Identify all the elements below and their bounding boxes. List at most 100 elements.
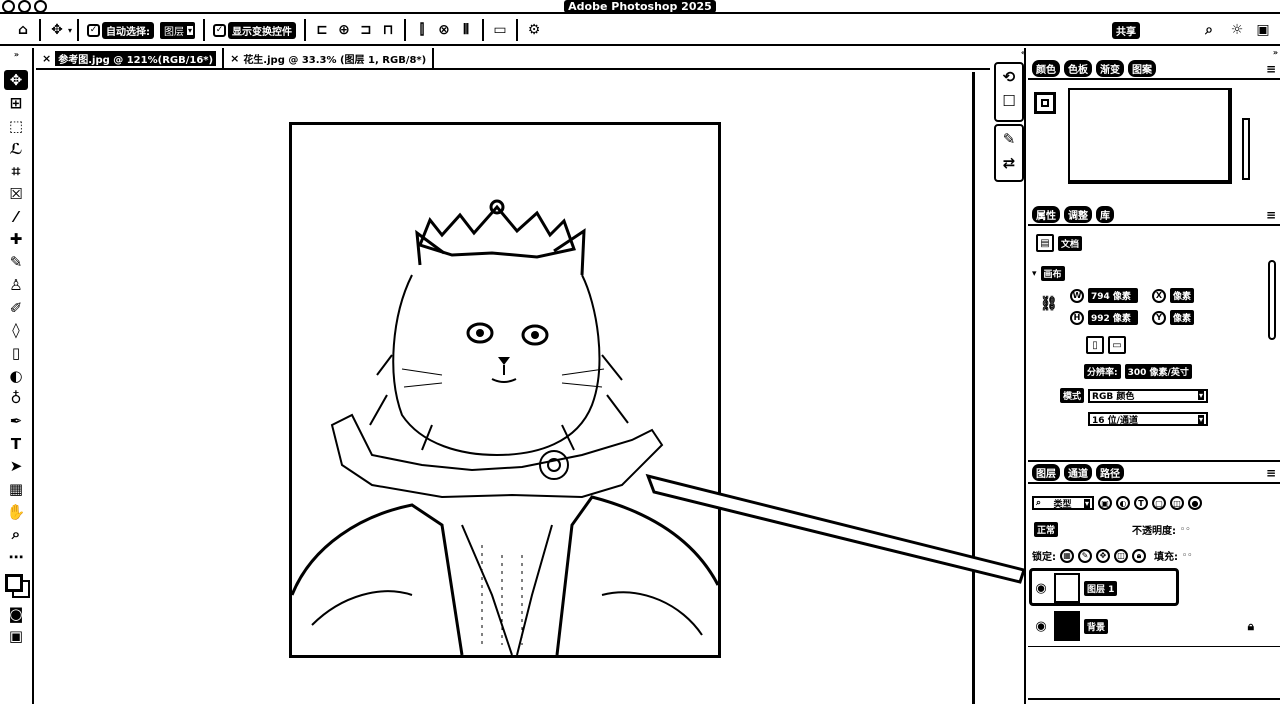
move-tool-icon[interactable]: ✥ [46,19,68,41]
share-button[interactable]: 共享 [1112,21,1140,39]
filter-adjustment-icon[interactable]: ◐ [1116,496,1130,510]
history-icon[interactable]: ⟲ [1003,68,1016,86]
marquee-tool-icon[interactable]: ⬚ [4,115,28,138]
pen-tool-icon[interactable]: ✒ [4,410,28,433]
search-icon[interactable]: ⌕ [1198,19,1220,41]
canvas-area[interactable] [36,72,990,704]
tab-swatches[interactable]: 色板 [1064,59,1092,77]
y-field[interactable]: 像素 [1170,310,1195,325]
lock-all-icon[interactable]: 🔒︎ [1132,548,1146,563]
tab-properties[interactable]: 属性 [1032,205,1060,223]
rectangle-tool-icon[interactable]: ▦ [4,478,28,501]
close-tab-icon[interactable]: × [230,52,239,65]
foreground-color-swatch[interactable] [1034,92,1056,114]
history-brush-tool-icon[interactable]: ✐ [4,296,28,319]
tab-layers[interactable]: 图层 [1032,463,1060,481]
filter-smart-object-icon[interactable]: ◫ [1170,496,1184,510]
foreground-color-swatch[interactable] [5,574,23,593]
lasso-tool-icon[interactable]: ℒ [4,137,28,160]
resolution-field[interactable]: 300 像素/英寸 [1124,364,1192,379]
height-field[interactable]: 992 像素 [1088,310,1138,325]
tab-channels[interactable]: 通道 [1064,463,1092,481]
3d-mode-icon[interactable]: ⚙ [523,19,545,41]
tab-reference-image[interactable]: × 参考图.jpg @ 121%(RGB/16*) [36,48,225,68]
path-selection-tool-icon[interactable]: ➤ [4,455,28,478]
move-tool-icon[interactable]: ✥ [4,70,28,90]
properties-scrollbar[interactable] [1268,260,1276,340]
clone-source-icon[interactable]: ⇄ [1003,154,1016,172]
show-transform-checkbox[interactable]: ✓ 显示变换控件 [213,21,297,39]
blur-tool-icon[interactable]: ◐ [4,364,28,387]
filter-type-dropdown[interactable]: ⌕ 类型 ▾ [1032,496,1094,510]
crop-tool-icon[interactable]: ⌗ [4,160,28,183]
dodge-tool-icon[interactable]: ♁ [4,387,28,410]
workspace-icon[interactable]: ▣ [1252,19,1274,41]
screen-mode-icon[interactable]: ▣ [4,625,28,648]
canvas-section-header[interactable]: ▾ 画布 [1032,266,1065,281]
link-icon[interactable]: ⛓ [1040,296,1058,312]
close-tab-icon[interactable]: × [42,52,51,65]
eye-icon[interactable]: ◉ [1028,619,1054,634]
tab-patterns[interactable]: 图案 [1128,59,1156,77]
filter-toggle-icon[interactable]: ● [1188,496,1202,510]
panel-grip[interactable]: » [14,48,19,70]
align-vcenter-icon[interactable]: ⫿ [411,19,433,41]
more-options-icon[interactable]: ▭ [489,19,511,41]
align-left-icon[interactable]: ⊏ [311,19,333,41]
align-right-icon[interactable]: ⊐ [355,19,377,41]
healing-brush-tool-icon[interactable]: ✚ [4,228,28,251]
blend-mode-dropdown[interactable]: 正常 [1034,522,1059,537]
panel-menu-icon[interactable]: ≡ [1266,466,1276,480]
brush-tool-icon[interactable]: ✎ [4,251,28,274]
color-picker-field[interactable] [1068,88,1232,184]
tab-libraries[interactable]: 库 [1096,205,1114,223]
brush-settings-icon[interactable]: ✎ [1003,130,1016,148]
align-bottom-icon[interactable]: ⊗ [433,19,455,41]
lock-artboard-icon[interactable]: ◫ [1114,548,1128,563]
panel-menu-icon[interactable]: ≡ [1266,62,1276,76]
fill-field[interactable]: ◦◦ [1182,551,1193,561]
home-icon[interactable]: ⌂ [12,19,34,41]
portrait-orientation-icon[interactable]: ▯ [1086,336,1104,354]
layer-row-background[interactable]: ◉ 背景 🔒︎ [1028,608,1280,644]
tab-adjustments[interactable]: 调整 [1064,205,1092,223]
collapse-icon[interactable]: » [1273,48,1278,57]
distribute-icon[interactable]: ⫴ [455,19,477,41]
lock-transparent-icon[interactable]: ▦ [1060,548,1074,563]
mode-dropdown[interactable]: RGB 颜色 ▾ [1088,388,1209,403]
hue-slider[interactable] [1242,118,1250,180]
lightbulb-icon[interactable]: ☼ [1226,19,1248,41]
auto-select-target-dropdown[interactable]: 图层 ▾ [160,21,196,39]
hand-tool-icon[interactable]: ✋ [4,500,28,523]
eraser-tool-icon[interactable]: ◊ [4,319,28,342]
chevron-down-icon[interactable]: ▾ [68,26,72,35]
auto-select-checkbox[interactable]: ✓ 自动选择: [87,21,155,39]
quick-mask-icon[interactable]: ◙ [4,602,28,625]
frame-tool-icon[interactable]: ☒ [4,183,28,206]
comments-icon[interactable]: ☐ [1002,92,1015,110]
width-field[interactable]: 794 像素 [1088,288,1138,303]
opacity-field[interactable]: ◦◦ [1180,525,1191,535]
filter-shape-icon[interactable]: ▢ [1152,496,1166,510]
lock-position-icon[interactable]: ✥ [1096,548,1110,563]
clone-stamp-tool-icon[interactable]: ♙ [4,274,28,297]
tab-paths[interactable]: 路径 [1096,463,1124,481]
gradient-tool-icon[interactable]: ▯ [4,342,28,365]
lock-pixels-icon[interactable]: ✎ [1078,548,1092,563]
eyedropper-tool-icon[interactable]: ⁄ [4,205,28,228]
layer-row-layer-1[interactable]: ◉ 图层 1 [1028,568,1280,606]
collapse-icon[interactable]: « [992,48,1026,60]
panel-menu-icon[interactable]: ≡ [1266,208,1276,222]
filter-pixel-icon[interactable]: ▣ [1098,496,1112,510]
more-tools-icon[interactable]: ⋯ [4,546,28,569]
bit-depth-dropdown[interactable]: 16 位/通道 ▾ [1088,412,1208,426]
canvas-scrollbar[interactable] [972,72,975,704]
color-swatches[interactable] [2,568,30,602]
tab-peanut-image[interactable]: × 花生.jpg @ 33.3% (图层 1, RGB/8*) [224,48,435,68]
landscape-orientation-icon[interactable]: ▭ [1108,336,1126,354]
type-tool-icon[interactable]: T [4,432,28,455]
layer-name[interactable]: 背景 [1084,618,1109,634]
tab-gradients[interactable]: 渐变 [1096,59,1124,77]
tab-color[interactable]: 颜色 [1032,59,1060,77]
artboard-tool-icon[interactable]: ⊞ [4,92,28,115]
